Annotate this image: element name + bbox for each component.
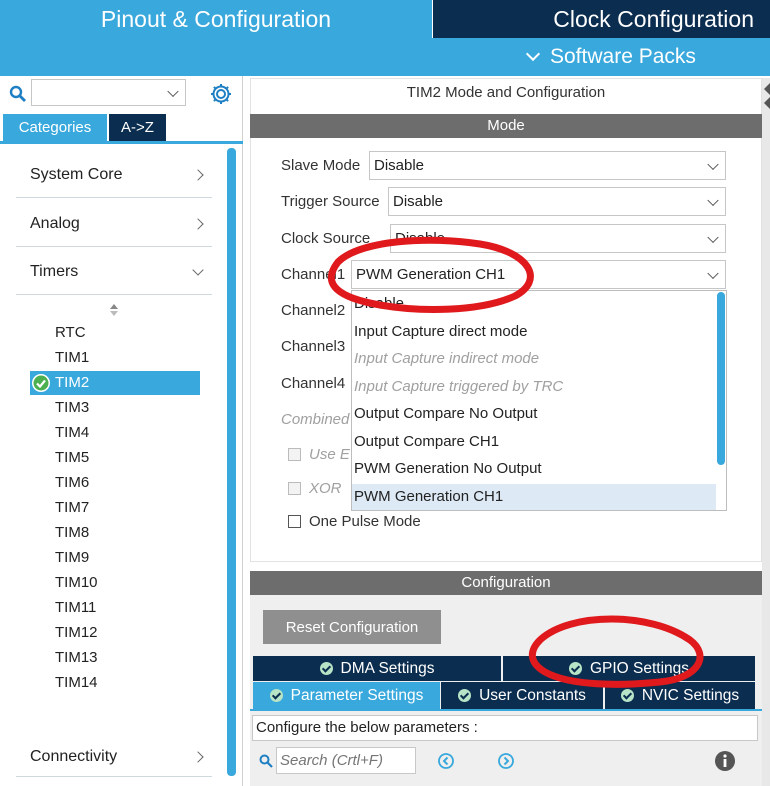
red-circle-annotation (328, 236, 534, 313)
red-circle-annotation (528, 615, 704, 688)
annotation-overlay (328, 236, 704, 688)
